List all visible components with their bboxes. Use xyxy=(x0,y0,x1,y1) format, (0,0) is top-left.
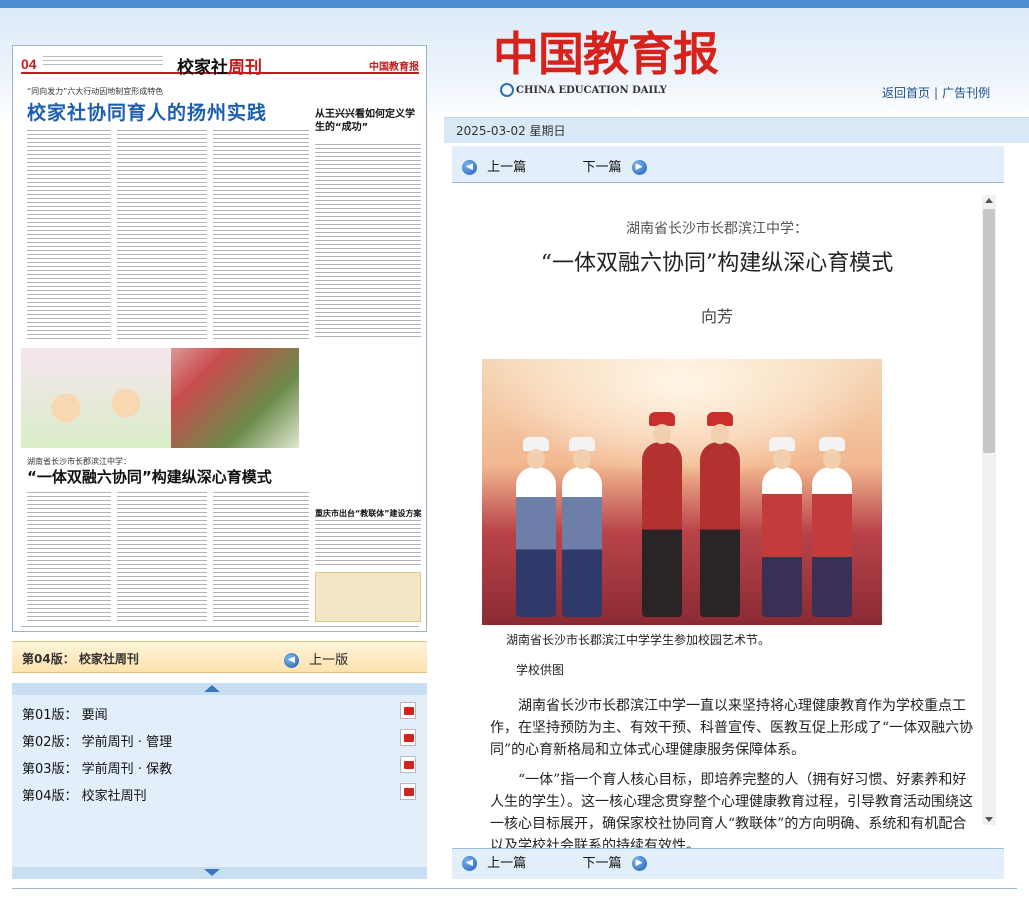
article-title: “一体双融六协同”构建纵深心育模式 xyxy=(540,251,894,276)
footer-divider xyxy=(12,888,1017,889)
ad-rates-link[interactable]: 广告刊例 xyxy=(942,86,990,100)
newspaper-page-thumbnail[interactable]: 04 校家社周刊 中国教育报 “同向发力”六大行动因地制宜形成特色 校家社协同育… xyxy=(12,45,427,632)
article-panel: ◀ 上一篇 下一篇 ▶ 湖南省长沙市长郡滨江中学： “一体双融六协同”构建纵深心… xyxy=(452,146,1004,879)
article-text-block xyxy=(117,492,207,622)
pdf-icon[interactable] xyxy=(400,783,416,800)
page-meta-text xyxy=(43,56,163,68)
next-article-button[interactable]: 下一篇 ▶ xyxy=(582,856,652,871)
circle-right-arrow-icon: ▶ xyxy=(631,160,647,175)
article-text-block xyxy=(117,130,207,340)
page-header: 04 校家社周刊 中国教育报 xyxy=(21,52,419,78)
logo-ring-icon xyxy=(500,83,514,97)
arrow-up-icon xyxy=(204,685,220,692)
scroll-down-icon[interactable] xyxy=(985,817,993,822)
newspaper-logo-english: CHINA EDUCATION DAILY xyxy=(516,85,667,96)
home-link[interactable]: 返回首页 xyxy=(882,86,930,100)
next-article-label: 下一篇 xyxy=(582,856,622,871)
current-edition-bar: 第04版： 校家社周刊 ◀ 上一版 xyxy=(12,641,427,673)
scroll-up-icon[interactable] xyxy=(985,198,993,203)
article-scrollbar[interactable] xyxy=(982,195,996,825)
page-advertisement xyxy=(315,572,421,622)
prev-edition-label: 上一版 xyxy=(309,653,349,668)
article-text-block xyxy=(213,492,309,622)
scroll-down-button[interactable] xyxy=(12,867,427,879)
article-author: 向芳 xyxy=(700,307,733,326)
prev-article-button[interactable]: ◀ 上一篇 xyxy=(462,856,532,871)
next-article-button[interactable]: 下一篇 ▶ xyxy=(582,160,652,175)
photo-credit: 学校供图 xyxy=(516,663,565,677)
article-pre-title: 湖南省长沙市长郡滨江中学： xyxy=(626,221,808,237)
second-story-kicker: 湖南省长沙市长郡滨江中学： xyxy=(27,457,131,466)
second-story-headline[interactable]: “一体双融六协同”构建纵深心育模式 xyxy=(27,466,272,487)
side-story2-title[interactable]: 重庆市出台“教联体”建设方案 xyxy=(315,508,425,519)
photo-caption: 湖南省长沙市长郡滨江中学学生参加校园艺术节。 xyxy=(506,633,771,647)
article-nav-top: ◀ 上一篇 下一篇 ▶ xyxy=(462,156,659,175)
prev-article-button[interactable]: ◀ 上一篇 xyxy=(462,160,532,175)
next-article-label: 下一篇 xyxy=(582,160,622,175)
circle-right-arrow-icon: ▶ xyxy=(631,856,647,871)
page-number: 04 xyxy=(21,56,37,72)
scrollbar-thumb[interactable] xyxy=(983,209,995,453)
top-links: 返回首页 | 广告刊例 xyxy=(882,84,990,101)
section-title-accent: 周刊 xyxy=(228,58,262,78)
scroll-up-button[interactable] xyxy=(12,683,427,695)
page-section-title: 校家社周刊 xyxy=(177,53,262,78)
section-title-main: 校家社 xyxy=(177,58,228,78)
arrow-down-icon xyxy=(204,869,220,876)
page-paper-logo: 中国教育报 xyxy=(369,62,419,73)
pdf-icon[interactable] xyxy=(400,729,416,746)
lead-headline[interactable]: 校家社协同育人的扬州实践 xyxy=(27,98,267,125)
article-photo xyxy=(482,359,882,625)
article-nav-bottom: ◀ 上一篇 下一篇 ▶ xyxy=(462,852,659,871)
issue-date: 2025-03-02 星期日 xyxy=(456,124,566,138)
current-edition-label: 第04版： 校家社周刊 xyxy=(22,652,139,666)
newspaper-logo[interactable]: 中国教育报 xyxy=(493,18,719,84)
pdf-icon[interactable] xyxy=(400,702,416,719)
link-separator: | xyxy=(934,86,939,100)
article-text-block xyxy=(213,130,309,340)
edition-item[interactable]: 第02版： 学前周刊 · 管理 xyxy=(22,731,172,750)
date-bar: 2025-03-02 星期日 xyxy=(444,117,1029,143)
prev-article-label: 上一篇 xyxy=(487,856,527,871)
prev-edition-button[interactable]: ◀ 上一版 xyxy=(284,649,348,668)
page-footer xyxy=(21,626,419,630)
pdf-icon[interactable] xyxy=(400,756,416,773)
edition-item[interactable]: 第04版： 校家社周刊 xyxy=(22,785,147,804)
edition-item[interactable]: 第01版： 要闻 xyxy=(22,704,108,723)
lead-kicker: “同向发力”六大行动因地制宜形成特色 xyxy=(27,87,164,96)
article-text-block xyxy=(315,144,421,340)
article-paragraph: 湖南省长沙市长郡滨江中学一直以来坚持将心理健康教育作为学校重点工作，在坚持预防为… xyxy=(490,698,974,758)
article-text-block xyxy=(315,520,421,568)
edition-list: 第01版： 要闻 第02版： 学前周刊 · 管理 第03版： 学前周刊 · 保教… xyxy=(12,683,427,879)
circle-left-arrow-icon: ◀ xyxy=(462,160,477,175)
circle-left-arrow-icon: ◀ xyxy=(462,856,477,871)
article-content[interactable]: 湖南省长沙市长郡滨江中学： “一体双融六协同”构建纵深心育模式 向芳 湖南省长沙… xyxy=(452,182,1004,849)
page-photo xyxy=(21,348,171,448)
edition-item[interactable]: 第03版： 学前周刊 · 保教 xyxy=(22,758,172,777)
prev-article-label: 上一篇 xyxy=(487,160,527,175)
article-text-block xyxy=(27,492,111,622)
article-paragraph: “一体”指一个育人核心目标，即培养完整的人（拥有好习惯、好素养和好人生的学生）。… xyxy=(490,772,973,849)
circle-left-arrow-icon: ◀ xyxy=(284,653,299,668)
side-story-title[interactable]: 从王兴兴看如何定义学生的“成功” xyxy=(315,108,423,134)
article-text-block xyxy=(27,130,111,340)
